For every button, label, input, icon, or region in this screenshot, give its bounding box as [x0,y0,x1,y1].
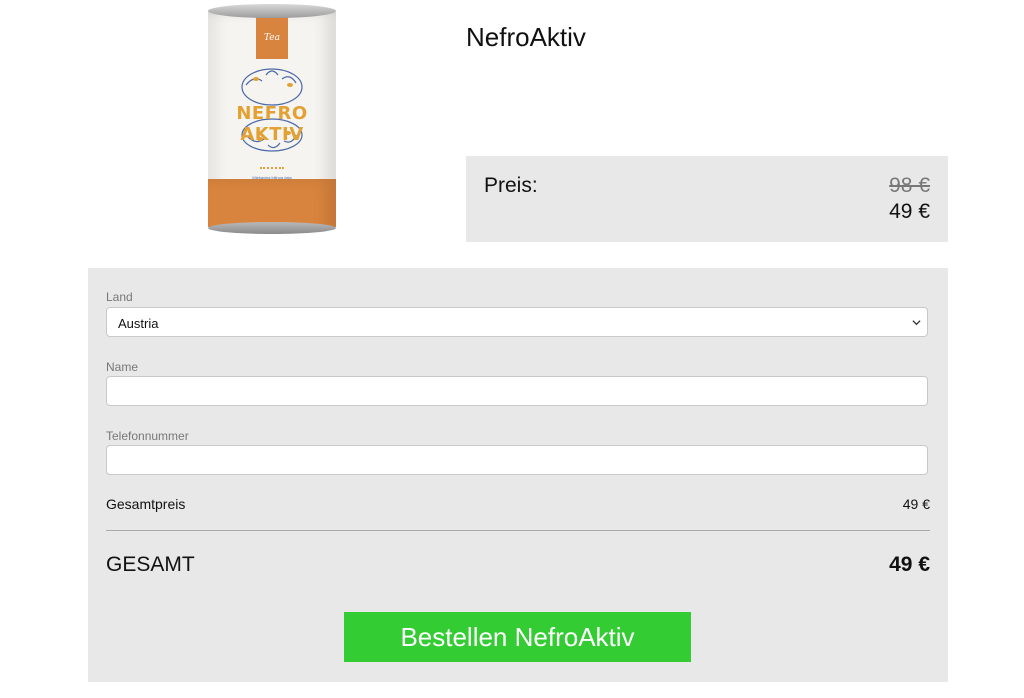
product-image: Tea NEFRO AKTIV Mješavina biljnog čaja [208,4,336,234]
chevron-down-icon [912,320,921,326]
total-label: GESAMT [106,553,195,576]
order-form: Land Austria Name Telefonnummer Gesamtpr… [88,268,948,682]
product-can: Tea NEFRO AKTIV Mješavina biljnog čaja [208,11,336,227]
order-button[interactable]: Bestellen NefroAktiv [344,612,691,662]
can-dots [260,167,284,171]
can-bottom-band [208,179,336,227]
country-selected-value: Austria [118,316,159,331]
divider [106,530,930,531]
phone-field[interactable] [106,445,928,475]
old-price: 98 € [889,174,930,197]
total-value: 49 € [889,553,930,576]
product-title: NefroAktiv [466,22,586,52]
subtotal-value: 49 € [902,496,930,512]
can-lid [208,4,336,18]
name-label: Name [106,360,139,374]
price-box: Preis: 98 € 49 € [466,156,948,242]
country-select[interactable]: Austria [106,307,928,337]
price-label: Preis: [484,174,538,197]
current-price: 49 € [889,200,930,223]
can-brand-text: NEFRO AKTIV [236,103,308,145]
name-field[interactable] [106,376,928,406]
can-base [208,222,336,234]
phone-label: Telefonnummer [106,429,189,443]
can-tea-label: Tea [264,33,280,43]
country-label: Land [106,290,133,304]
subtotal-label: Gesamtpreis [106,496,186,512]
